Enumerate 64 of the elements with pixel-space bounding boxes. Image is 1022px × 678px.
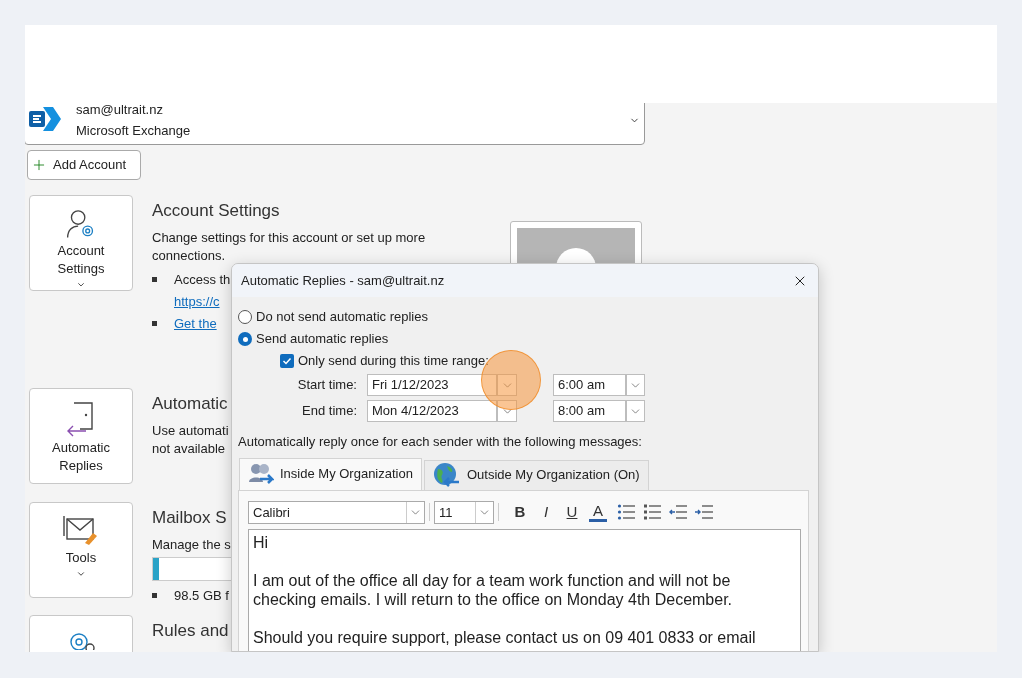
message-paragraph: Hi <box>253 532 270 552</box>
message-tab[interactable]: Outside My Organization (On) <box>423 459 649 490</box>
section-description: Change settings for this account or set up more <box>152 228 427 247</box>
bullet-text: 98.5 GB f <box>174 586 229 605</box>
section-button-label: Automatic Replies <box>51 439 111 475</box>
decrease-indent-icon[interactable] <box>669 504 687 520</box>
checkbox-label: Only send during this time range: <box>298 351 489 370</box>
date-field[interactable]: Fri 1/12/2023 <box>367 374 497 396</box>
account-select[interactable]: sam@ultrait.nz Microsoft Exchange <box>25 103 645 145</box>
time-label: End time: <box>301 402 358 421</box>
section-button-label: Account Settings <box>56 242 106 279</box>
section-description: not available <box>152 439 226 458</box>
section-title: Automatic <box>152 393 229 415</box>
radio-label: Do not send automatic replies <box>256 308 428 327</box>
account-email: sam@ultrait.nz <box>76 103 164 119</box>
envelope-brush-icon <box>63 515 99 547</box>
section-description: connections. <box>152 246 226 265</box>
section-title: Rules and <box>152 620 230 642</box>
globe-icon <box>432 462 461 488</box>
message-paragraph: Should you require support, please contact us on 09 401 0833 or email <box>253 627 757 647</box>
bullet-icon <box>152 276 157 282</box>
message-paragraph: I am out of the office all day for a team work function and will not be checking emails. I will return to the office on Monday 4th December. <box>253 570 734 609</box>
section-button[interactable]: Tools <box>29 502 133 598</box>
date-field[interactable]: Mon 4/12/2023 <box>367 400 497 422</box>
section-button-label: Tools <box>64 549 98 567</box>
bullet-icon <box>152 592 157 598</box>
radio-label: Send automatic replies <box>256 330 389 349</box>
time-field[interactable]: 6:00 am <box>553 374 626 396</box>
section-description: Manage the s <box>152 535 231 554</box>
chevron-icon <box>76 569 86 579</box>
italic-button[interactable]: I <box>537 502 555 522</box>
bullet-icon <box>152 320 157 326</box>
time-field[interactable]: 8:00 am <box>553 400 626 422</box>
exchange-logo-icon <box>29 105 61 133</box>
numbered-list-icon[interactable] <box>643 504 661 520</box>
account-type: Microsoft Exchange <box>76 122 191 140</box>
radio-button[interactable] <box>238 310 252 324</box>
font-select[interactable]: Calibri <box>248 500 425 524</box>
time-label: Start time: <box>296 376 358 395</box>
bold-button[interactable]: B <box>511 502 529 522</box>
bullet-text: Access th <box>174 270 231 289</box>
radio-button[interactable] <box>238 332 252 346</box>
checkmark-icon <box>282 355 292 366</box>
font-size-select[interactable]: 11 <box>434 500 494 524</box>
dialog-title: Automatic Replies - sam@ultrait.nz <box>241 271 445 290</box>
underline-button[interactable]: U <box>563 502 581 522</box>
section-button[interactable]: Automatic Replies <box>29 388 133 484</box>
section-title: Account Settings <box>152 200 281 222</box>
checkbox[interactable] <box>280 353 294 368</box>
plus-icon <box>31 157 47 173</box>
section-title: Mailbox S <box>152 507 228 529</box>
bullet-list-icon[interactable] <box>617 504 635 520</box>
message-tab[interactable]: Inside My Organization <box>239 457 422 490</box>
section-link[interactable]: Get the <box>174 312 217 335</box>
section-description: Use automati <box>152 421 230 440</box>
message-editor[interactable] <box>248 528 801 651</box>
increase-indent-icon[interactable] <box>695 504 713 520</box>
section-link[interactable]: https://c <box>174 290 231 313</box>
reply-instructions: Automatically reply once for each sender with the following messages: <box>238 433 643 451</box>
people-icon <box>248 462 274 486</box>
font-color-button[interactable]: A <box>589 502 607 522</box>
section-button[interactable]: Account Settings <box>29 195 133 291</box>
add-account-button[interactable]: Add Account <box>27 150 141 180</box>
door-arrow-icon <box>66 401 96 437</box>
